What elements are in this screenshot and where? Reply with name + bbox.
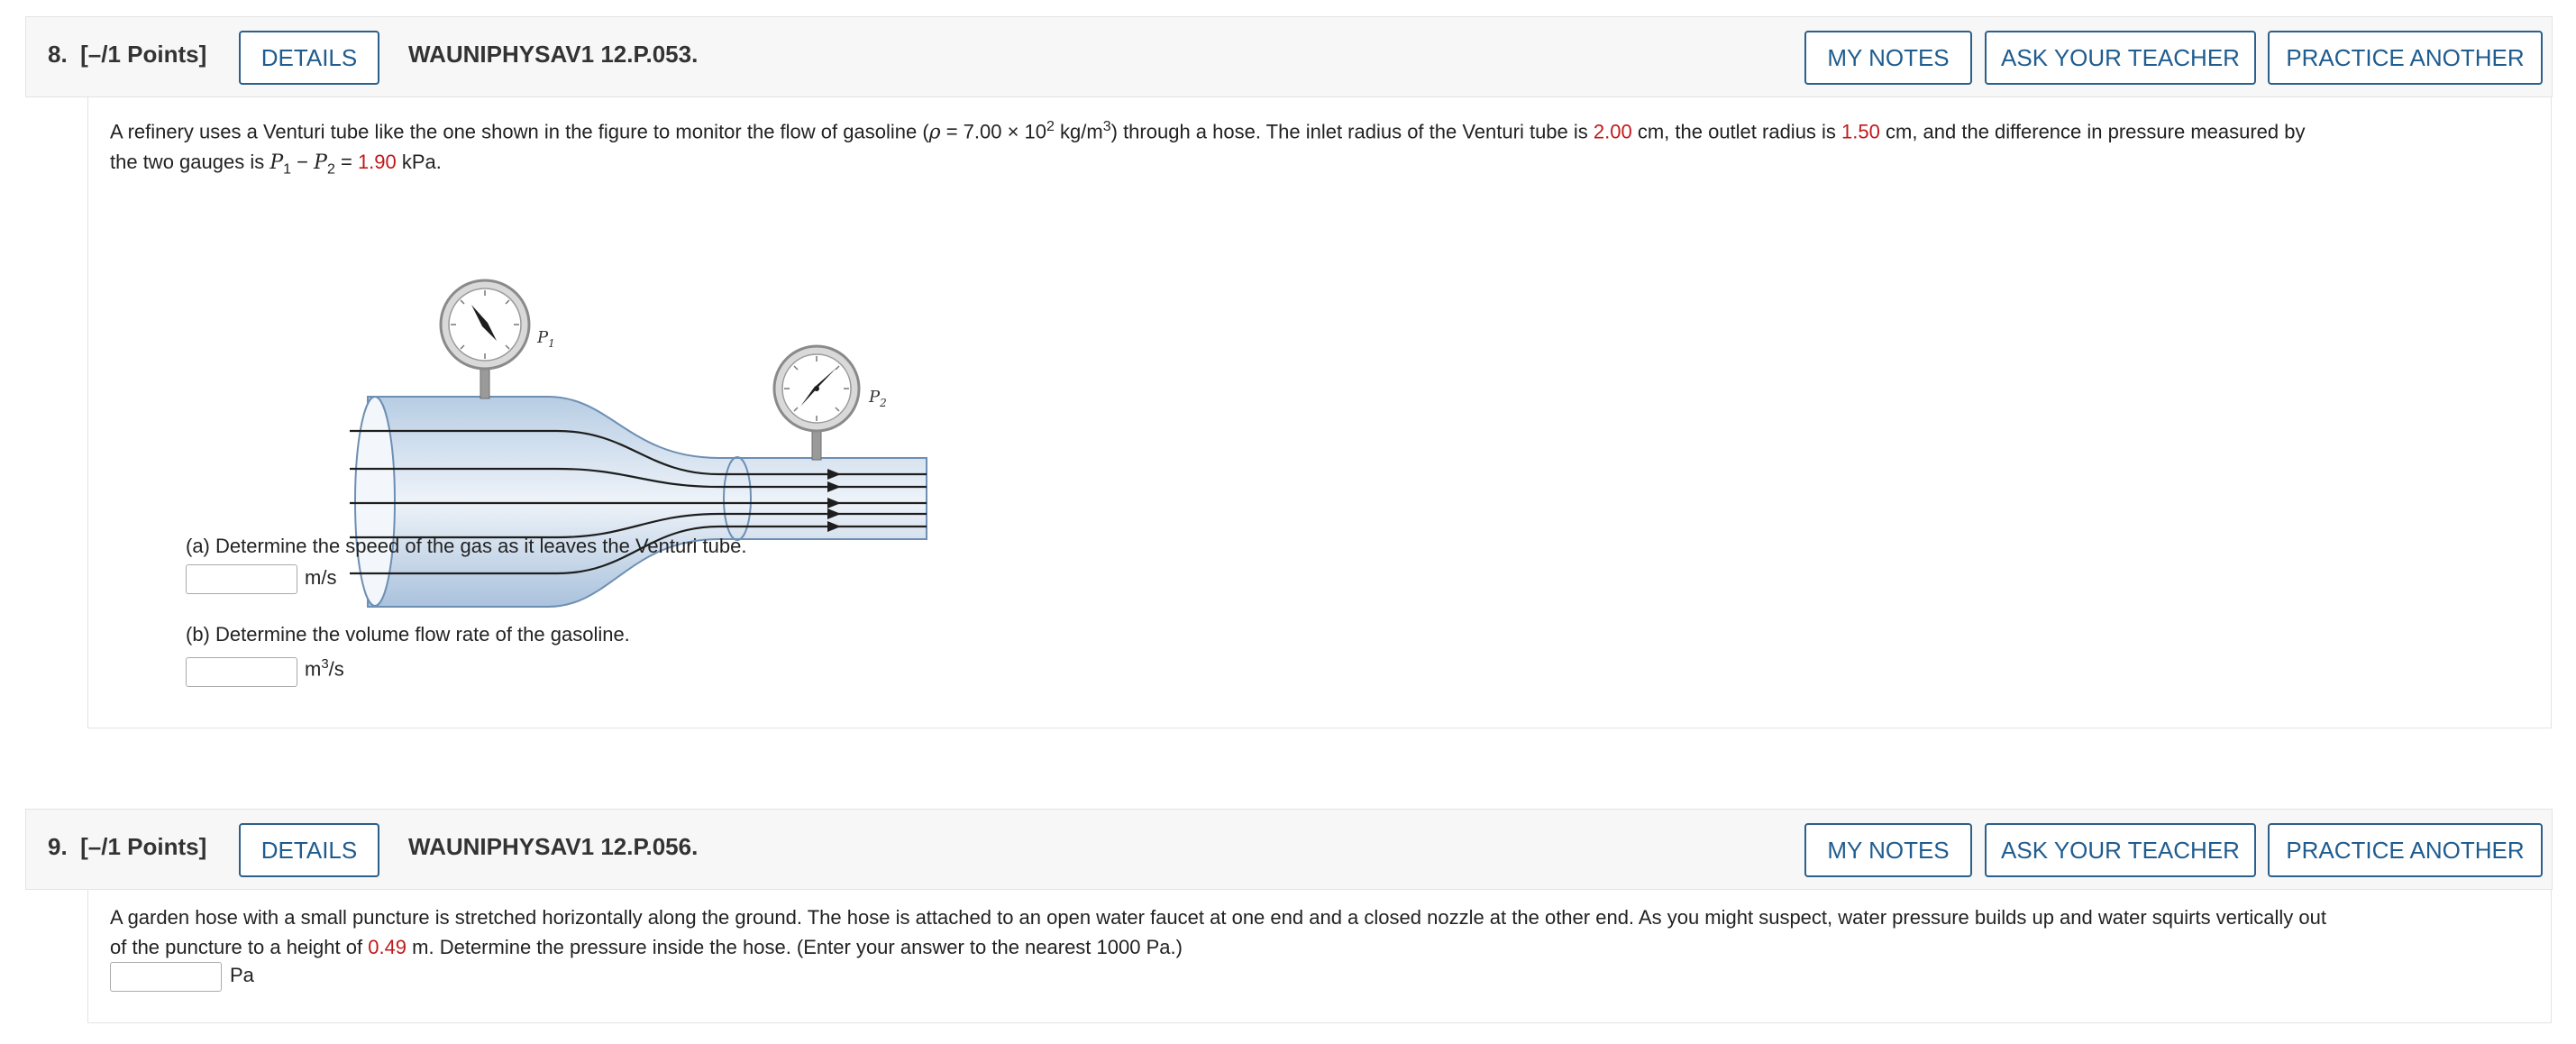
my-notes-button[interactable]: MY NOTES [1804,823,1972,877]
pressure-difference-value: 1.90 [357,151,397,174]
part-a-prompt: (a) Determine the speed of the gas as it… [186,535,747,557]
svg-text:P2: P2 [868,388,887,409]
part-b-unit: m3/s [305,656,344,681]
question-number: 8. [–/1 Points] [48,41,207,68]
details-button[interactable]: DETAILS [239,31,379,85]
pressure-unit: Pa [230,964,254,986]
pressure-gauge-1 [439,279,531,371]
details-button[interactable]: DETAILS [239,823,379,877]
height-value: 0.49 [368,936,407,958]
part-a-answer-input[interactable] [186,564,297,594]
question-code: WAUNIPHYSAV1 12.P.056. [408,833,699,860]
part-b-prompt: (b) Determine the volume flow rate of th… [186,623,630,646]
ask-your-teacher-button[interactable]: ASK YOUR TEACHER [1985,31,2256,85]
problem-text: A garden hose with a small puncture is s… [110,906,2326,958]
question-8-header: 8. [–/1 Points] DETAILS WAUNIPHYSAV1 12.… [25,16,2553,97]
practice-another-button[interactable]: PRACTICE ANOTHER [2268,823,2543,877]
question-number: 9. [–/1 Points] [48,833,207,860]
outlet-radius-value: 1.50 [1841,120,1880,143]
my-notes-button[interactable]: MY NOTES [1804,31,1972,85]
question-9-body: A garden hose with a small puncture is s… [87,890,2552,1023]
pressure-answer-input[interactable] [110,962,222,992]
pressure-gauge-2 [772,344,861,433]
question-code: WAUNIPHYSAV1 12.P.053. [408,41,699,68]
question-8-body: A refinery uses a Venturi tube like the … [87,97,2552,728]
ask-your-teacher-button[interactable]: ASK YOUR TEACHER [1985,823,2256,877]
problem-text: A refinery uses a Venturi tube like the … [110,119,2306,178]
part-a-unit: m/s [305,566,337,589]
inlet-radius-value: 2.00 [1593,120,1632,143]
practice-another-button[interactable]: PRACTICE ANOTHER [2268,31,2543,85]
svg-text:P1: P1 [536,328,555,350]
part-b-answer-input[interactable] [186,657,297,687]
question-9-header: 9. [–/1 Points] DETAILS WAUNIPHYSAV1 12.… [25,809,2553,890]
